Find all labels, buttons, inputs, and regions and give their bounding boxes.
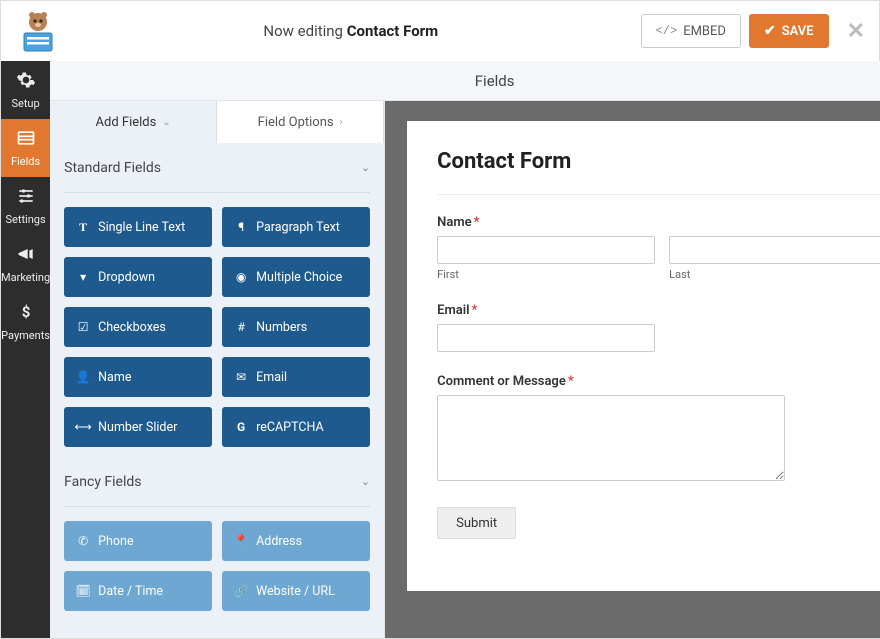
radio-icon: ◉ (234, 270, 248, 284)
submit-button[interactable]: Submit (437, 507, 516, 539)
field-button-number-slider[interactable]: ⟷Number Slider (64, 407, 212, 447)
pin-icon: 📍 (234, 534, 248, 548)
tab-add-fields[interactable]: Add Fields ⌄ (50, 101, 217, 143)
field-button-address[interactable]: 📍Address (222, 521, 370, 561)
user-icon: 👤 (76, 370, 90, 384)
calendar-icon: 🗓 (76, 584, 90, 598)
field-button-multiple-choice[interactable]: ◉Multiple Choice (222, 257, 370, 297)
check-icon: ✔ (764, 23, 776, 39)
required-asterisk: * (472, 303, 478, 318)
checkbox-icon: ☑ (76, 320, 90, 334)
payments-icon: $ (16, 302, 36, 325)
form-name: Contact Form (347, 22, 438, 40)
field-button-paragraph-text[interactable]: ¶Paragraph Text (222, 207, 370, 247)
sidebar-item-marketing[interactable]: Marketing (1, 235, 50, 293)
mail-icon: ✉ (234, 370, 248, 384)
field-button-email[interactable]: ✉Email (222, 357, 370, 397)
required-asterisk: * (568, 374, 574, 389)
save-button[interactable]: ✔ SAVE (749, 14, 829, 48)
field-button-numbers[interactable]: #Numbers (222, 307, 370, 347)
page-title: Now editing Contact Form (61, 22, 641, 40)
required-asterisk: * (474, 215, 480, 230)
close-icon[interactable]: ✕ (847, 19, 865, 44)
slider-icon: ⟷ (76, 420, 90, 434)
sidebar-item-setup[interactable]: Setup (1, 61, 50, 119)
field-name[interactable]: Name* First Last (437, 215, 880, 281)
hash-icon: # (234, 320, 248, 334)
svg-text:$: $ (21, 303, 30, 321)
group-standard[interactable]: Standard Fields⌄ (64, 143, 370, 193)
section-title: Fields (50, 61, 880, 101)
title-prefix: Now editing (263, 22, 346, 40)
recaptcha-icon: G (234, 420, 248, 434)
group-fancy[interactable]: Fancy Fields⌄ (64, 457, 370, 507)
sidebar-item-settings[interactable]: Settings (1, 177, 50, 235)
code-icon: </> (656, 24, 678, 38)
field-button-dropdown[interactable]: ▾Dropdown (64, 257, 212, 297)
field-button-phone[interactable]: ✆Phone (64, 521, 212, 561)
settings-icon (16, 186, 36, 209)
message-textarea[interactable] (437, 395, 785, 481)
chevron-down-icon: ⌄ (162, 117, 170, 128)
embed-label: EMBED (683, 24, 726, 39)
last-name-input[interactable] (669, 236, 880, 264)
chevron-right-icon: › (340, 117, 343, 128)
field-button-date-time[interactable]: 🗓Date / Time (64, 571, 212, 611)
link-icon: 🔗 (234, 584, 248, 598)
field-message[interactable]: Comment or Message* (437, 374, 880, 485)
paragraph-icon: ¶ (234, 220, 248, 234)
phone-icon: ✆ (76, 534, 90, 548)
chevron-down-icon: ⌄ (361, 161, 370, 174)
text-icon: T (76, 220, 90, 235)
email-input[interactable] (437, 324, 655, 352)
sidebar-item-payments[interactable]: $Payments (1, 293, 50, 351)
fields-icon (16, 128, 36, 151)
field-button-recaptcha[interactable]: GreCAPTCHA (222, 407, 370, 447)
field-button-name[interactable]: 👤Name (64, 357, 212, 397)
sidebar-item-fields[interactable]: Fields (1, 119, 50, 177)
chevron-down-icon: ⌄ (361, 475, 370, 488)
preview-title: Contact Form (437, 149, 880, 195)
tab-field-options[interactable]: Field Options › (217, 101, 384, 143)
marketing-icon (16, 244, 36, 267)
app-logo (15, 9, 61, 53)
first-sublabel: First (437, 268, 655, 281)
save-label: SAVE (782, 24, 814, 39)
last-sublabel: Last (669, 268, 880, 281)
embed-button[interactable]: </> EMBED (641, 14, 741, 48)
dropdown-icon: ▾ (76, 270, 90, 284)
first-name-input[interactable] (437, 236, 655, 264)
field-button-single-line-text[interactable]: TSingle Line Text (64, 207, 212, 247)
field-button-website-url[interactable]: 🔗Website / URL (222, 571, 370, 611)
field-button-checkboxes[interactable]: ☑Checkboxes (64, 307, 212, 347)
setup-icon (16, 70, 36, 93)
field-email[interactable]: Email* (437, 303, 880, 352)
form-preview: Contact Form Name* First Last (407, 121, 880, 591)
